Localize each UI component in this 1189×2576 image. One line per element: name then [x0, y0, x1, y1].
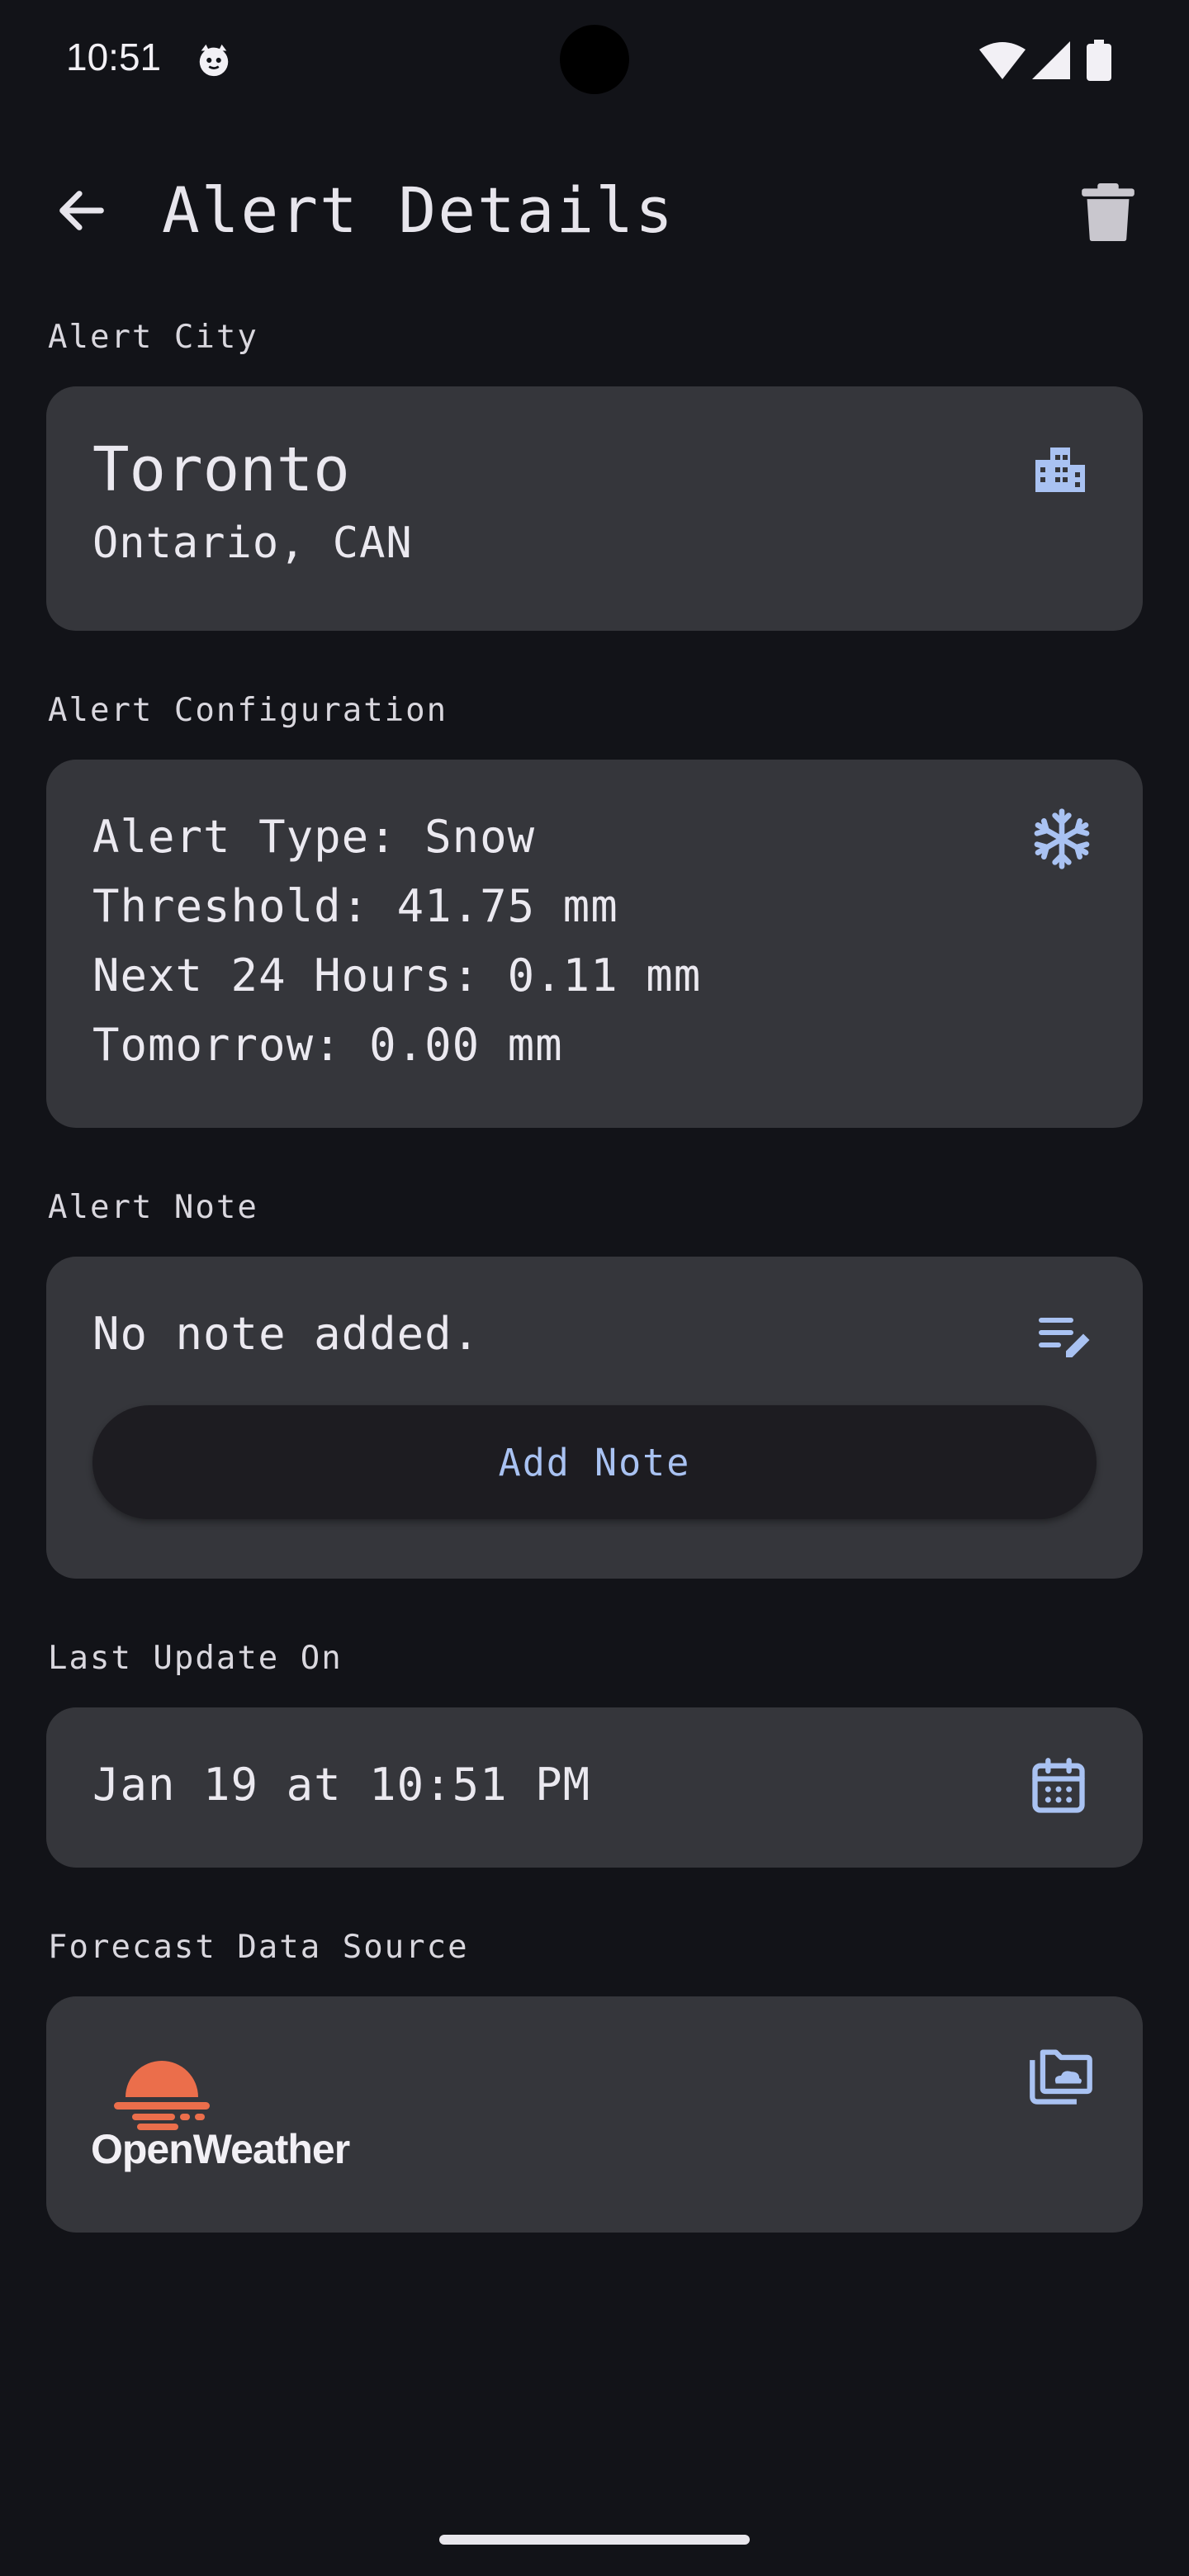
note-text: No note added. — [92, 1308, 481, 1360]
section-label-update: Last Update On — [48, 1640, 343, 1677]
page-title: Alert Details — [162, 173, 675, 247]
city-buildings-icon — [1030, 438, 1090, 497]
openweather-sun-logo — [109, 2054, 216, 2130]
back-arrow-icon[interactable] — [53, 182, 111, 239]
config-line-tomorrow: Tomorrow: 0.00 mm — [92, 1019, 563, 1071]
snowflake-icon — [1029, 806, 1095, 872]
wifi-icon — [979, 41, 1026, 79]
status-cat-icon — [195, 41, 233, 79]
camera-cutout — [560, 25, 629, 94]
config-line-threshold: Threshold: 41.75 mm — [92, 880, 618, 932]
battery-icon — [1087, 40, 1111, 81]
city-name: Toronto — [92, 434, 350, 505]
section-label-city: Alert City — [48, 319, 258, 356]
section-label-source: Forecast Data Source — [48, 1929, 469, 1966]
section-label-note: Alert Note — [48, 1189, 258, 1226]
edit-note-icon[interactable] — [1034, 1308, 1093, 1367]
calendar-icon — [1027, 1755, 1090, 1818]
signal-icon — [1032, 41, 1070, 79]
openweather-logo-text: OpenWeather — [91, 2126, 350, 2172]
city-region: Ontario, CAN — [92, 519, 413, 568]
status-time: 10:51 — [66, 36, 162, 78]
config-line-type: Alert Type: Snow — [92, 811, 536, 863]
configuration-card: Alert Type: Snow Threshold: 41.75 mm Nex… — [46, 760, 1143, 1128]
add-note-button[interactable]: Add Note — [92, 1405, 1097, 1519]
update-value: Jan 19 at 10:51 PM — [92, 1759, 591, 1811]
city-card: Toronto Ontario, CAN — [46, 386, 1143, 631]
section-label-configuration: Alert Configuration — [48, 692, 448, 729]
source-card: OpenWeather — [46, 1996, 1143, 2233]
update-card: Jan 19 at 10:51 PM — [46, 1707, 1143, 1868]
home-gesture-bar[interactable] — [439, 2535, 750, 2545]
cloud-folder-icon — [1027, 2044, 1095, 2107]
config-line-next24: Next 24 Hours: 0.11 mm — [92, 949, 702, 1002]
trash-icon[interactable] — [1082, 183, 1135, 241]
